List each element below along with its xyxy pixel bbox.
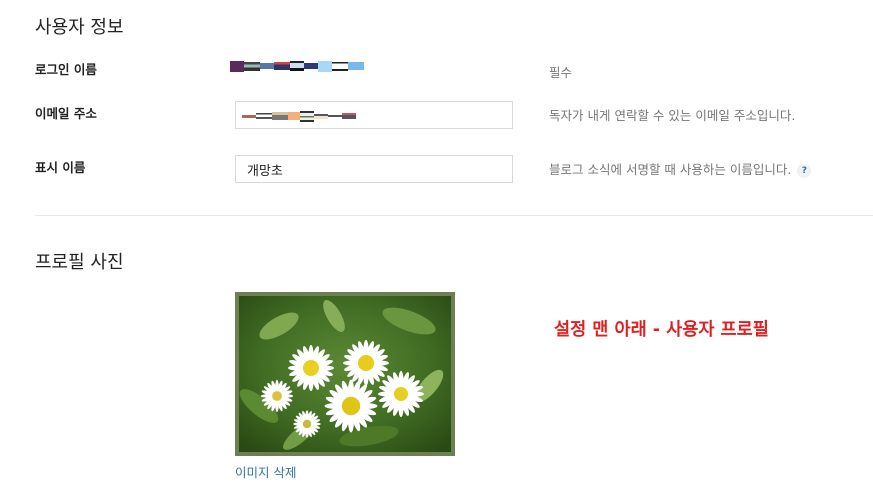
login-required-hint: 필수 [549, 65, 573, 80]
email-field[interactable] [235, 101, 513, 129]
email-label: 이메일 주소 [35, 106, 97, 121]
display-name-hint: 블로그 소식에 서명할 때 사용하는 이름입니다. [549, 162, 792, 177]
display-name-input[interactable] [235, 155, 513, 183]
profile-photo-image [235, 292, 455, 456]
email-hint: 독자가 내게 연락할 수 있는 이메일 주소입니다. [549, 108, 796, 123]
daisy-flowers-photo-icon [239, 296, 451, 452]
display-name-hint-row: 블로그 소식에 서명할 때 사용하는 이름입니다.? [549, 159, 812, 178]
annotation-text: 설정 맨 아래 - 사용자 프로필 [554, 320, 769, 340]
user-info-title: 사용자 정보 [35, 17, 124, 38]
help-icon[interactable]: ? [797, 163, 812, 178]
display-name-label: 표시 이름 [35, 160, 86, 175]
delete-image-link[interactable]: 이미지 삭제 [235, 462, 296, 481]
section-divider [35, 215, 873, 216]
login-name-label: 로그인 이름 [35, 62, 97, 77]
email-value-redacted [242, 110, 356, 122]
profile-photo-title: 프로필 사진 [35, 252, 124, 273]
login-name-value-redacted [230, 60, 364, 72]
